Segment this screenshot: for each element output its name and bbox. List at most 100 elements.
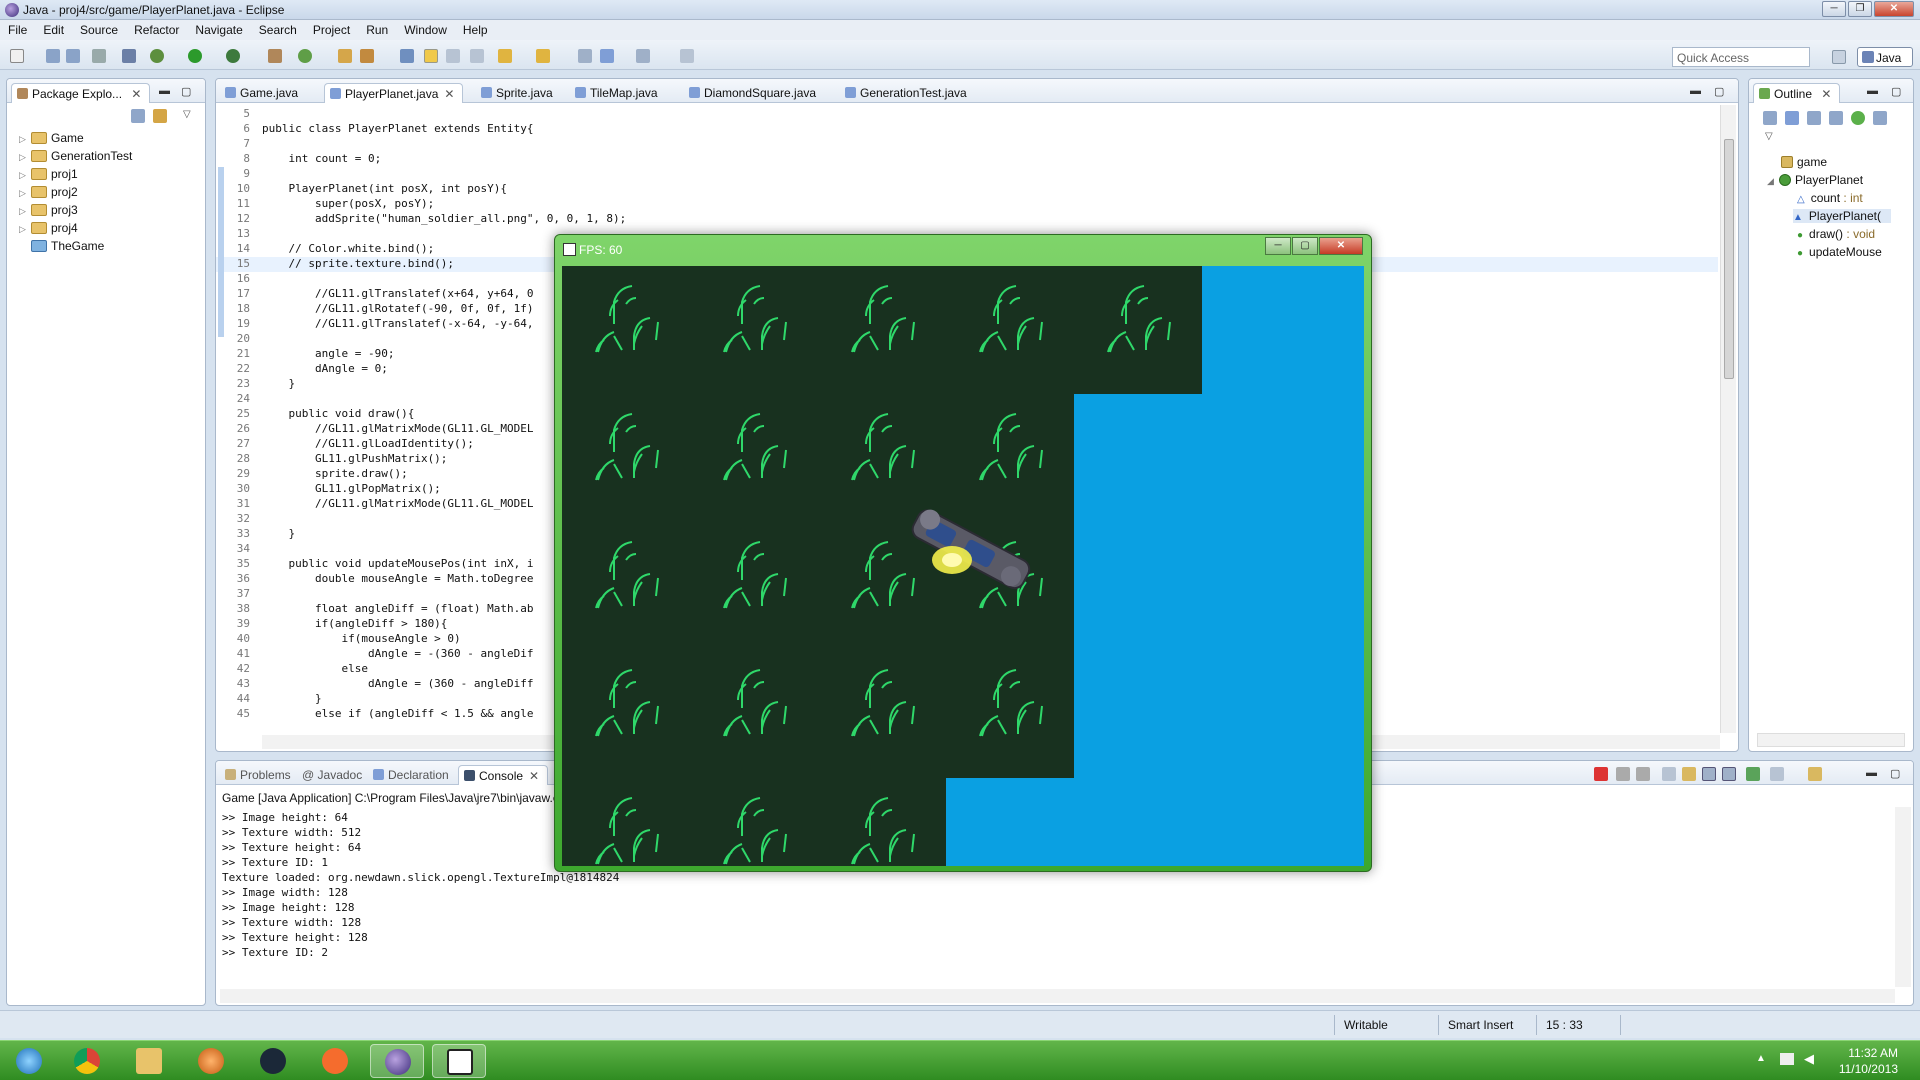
game-canvas[interactable] — [562, 266, 1364, 866]
taskbar-java-app[interactable] — [432, 1044, 486, 1078]
maximize-icon[interactable]: ▢ — [181, 85, 191, 98]
tab-playerplanet-java[interactable]: PlayerPlanet.java ✕ — [324, 83, 464, 103]
maximize-icon[interactable]: ▢ — [1714, 85, 1724, 98]
code-line[interactable]: 9 — [216, 167, 1718, 182]
previous-annotation-icon[interactable] — [536, 49, 550, 63]
close-icon[interactable]: ✕ — [1821, 87, 1831, 101]
network-icon[interactable] — [1780, 1053, 1794, 1065]
vertical-scrollbar[interactable] — [1720, 105, 1736, 733]
show-whitespace-icon[interactable] — [470, 49, 484, 63]
code-line[interactable]: 5 — [216, 107, 1718, 122]
view-menu-icon[interactable]: ▽ — [1765, 131, 1773, 142]
outline-item-updatemouse[interactable]: ● updateMouse — [1797, 245, 1882, 259]
show-hidden-icons-icon[interactable]: ▲ — [1756, 1053, 1766, 1064]
expand-icon[interactable]: ▷ — [19, 188, 31, 199]
pin-editor-icon[interactable] — [680, 49, 694, 63]
hide-fields-icon[interactable] — [1807, 111, 1821, 125]
open-perspective-icon[interactable] — [1832, 50, 1846, 64]
clear-console-icon[interactable] — [1662, 767, 1676, 781]
menu-navigate[interactable]: Navigate — [195, 23, 242, 37]
horizontal-scrollbar[interactable] — [1757, 733, 1905, 747]
display-console-icon[interactable] — [1770, 767, 1784, 781]
last-edit-location-icon[interactable] — [578, 49, 592, 63]
hide-local-types-icon[interactable] — [1873, 111, 1887, 125]
open-type-icon[interactable] — [338, 49, 352, 63]
taskbar-steam[interactable] — [246, 1044, 300, 1078]
tree-item-proj1[interactable]: ▷ proj1 — [19, 167, 78, 181]
menu-window[interactable]: Window — [404, 23, 447, 37]
tab-package-explorer[interactable]: Package Explo... ✕ — [11, 83, 151, 103]
code-line[interactable]: 8 int count = 0; — [216, 152, 1718, 167]
vertical-scrollbar[interactable] — [1895, 807, 1911, 987]
code-line[interactable]: 11 super(posX, posY); — [216, 197, 1718, 212]
collapse-all-icon[interactable] — [131, 109, 145, 123]
print-icon[interactable] — [92, 49, 106, 63]
scroll-lock-icon[interactable] — [1682, 767, 1696, 781]
expand-icon[interactable]: ▷ — [19, 170, 31, 181]
tree-item-proj4[interactable]: ▷ proj4 — [19, 221, 78, 235]
maximize-icon[interactable]: ▢ — [1890, 767, 1900, 780]
menu-run[interactable]: Run — [366, 23, 388, 37]
save-icon[interactable] — [46, 49, 60, 63]
new-java-project-icon[interactable] — [268, 49, 282, 63]
run-icon[interactable] — [188, 49, 202, 63]
tab-generationtest-java[interactable]: GenerationTest.java — [840, 83, 975, 103]
close-icon[interactable]: ✕ — [529, 769, 539, 783]
outline-item-package[interactable]: game — [1781, 155, 1827, 169]
tree-item-generationtest[interactable]: ▷ GenerationTest — [19, 149, 132, 163]
outline-item-draw[interactable]: ● draw() : void — [1797, 227, 1875, 241]
skip-breakpoints-icon[interactable] — [122, 49, 136, 63]
code-line[interactable]: 12 addSprite("human_soldier_all.png", 0,… — [216, 212, 1718, 227]
menu-file[interactable]: File — [8, 23, 27, 37]
taskbar-clock[interactable]: 11:32 AM 11/10/2013 — [1839, 1045, 1898, 1077]
game-maximize-button[interactable]: ▢ — [1292, 237, 1318, 255]
tab-outline[interactable]: Outline ✕ — [1753, 83, 1841, 103]
close-button[interactable]: ✕ — [1874, 1, 1914, 17]
coverage-icon[interactable] — [226, 49, 240, 63]
menu-search[interactable]: Search — [259, 23, 297, 37]
tab-declaration[interactable]: Declaration — [368, 765, 457, 785]
tree-item-game[interactable]: ▷ Game — [19, 131, 84, 145]
maximize-button[interactable]: ❐ — [1848, 1, 1872, 17]
toggle-highlight-icon[interactable] — [424, 49, 438, 63]
game-window[interactable]: FPS: 60 ─ ▢ ✕ — [554, 234, 1372, 872]
expand-icon[interactable]: ▷ — [19, 152, 31, 163]
minimize-icon[interactable]: ▬ — [159, 85, 170, 97]
taskbar-chrome[interactable] — [60, 1044, 114, 1078]
minimize-button[interactable]: ─ — [1822, 1, 1846, 17]
menu-edit[interactable]: Edit — [43, 23, 64, 37]
search-icon[interactable] — [360, 49, 374, 63]
outline-item-class[interactable]: ◢ PlayerPlanet — [1767, 173, 1863, 187]
new-class-icon[interactable] — [298, 49, 312, 63]
maximize-icon[interactable]: ▢ — [1891, 85, 1901, 98]
outline-item-field[interactable]: △ count : int — [1797, 191, 1863, 205]
tree-item-proj3[interactable]: ▷ proj3 — [19, 203, 78, 217]
remove-launch-icon[interactable] — [1616, 767, 1630, 781]
menu-source[interactable]: Source — [80, 23, 118, 37]
tab-javadoc[interactable]: @ Javadoc — [294, 765, 370, 785]
quick-access-input[interactable]: Quick Access — [1672, 47, 1810, 67]
collapse-all-icon[interactable] — [1763, 111, 1777, 125]
code-line[interactable]: 7 — [216, 137, 1718, 152]
tab-problems[interactable]: Problems — [220, 765, 299, 785]
scrollbar-thumb[interactable] — [1724, 139, 1734, 379]
taskbar-app[interactable] — [184, 1044, 238, 1078]
close-icon[interactable]: ✕ — [444, 87, 454, 101]
taskbar-explorer[interactable] — [122, 1044, 176, 1078]
block-selection-icon[interactable] — [446, 49, 460, 63]
sort-icon[interactable] — [1785, 111, 1799, 125]
tab-diamondsquare-java[interactable]: DiamondSquare.java — [684, 83, 824, 103]
game-minimize-button[interactable]: ─ — [1265, 237, 1291, 255]
menu-refactor[interactable]: Refactor — [134, 23, 179, 37]
tab-game-java[interactable]: Game.java — [220, 83, 306, 103]
next-annotation-icon[interactable] — [498, 49, 512, 63]
menu-help[interactable]: Help — [463, 23, 488, 37]
view-menu-icon[interactable]: ▽ — [183, 109, 191, 120]
close-icon[interactable]: ✕ — [131, 87, 141, 101]
back-icon[interactable] — [600, 49, 614, 63]
start-button[interactable] — [2, 1044, 56, 1078]
collapse-icon[interactable]: ◢ — [1767, 176, 1779, 187]
menu-project[interactable]: Project — [313, 23, 350, 37]
expand-icon[interactable]: ▷ — [19, 134, 31, 145]
open-console-icon[interactable] — [1808, 767, 1822, 781]
